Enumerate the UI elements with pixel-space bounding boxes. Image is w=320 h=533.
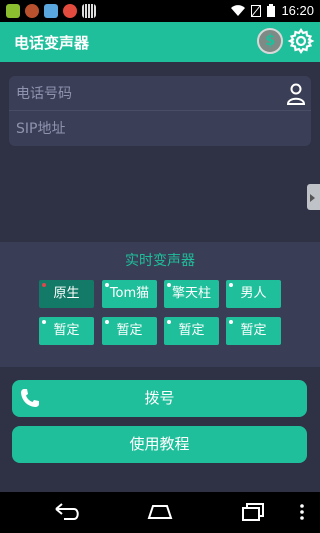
battery-icon	[267, 4, 276, 17]
recents-icon[interactable]	[238, 501, 268, 523]
dial-button[interactable]: 拨号	[12, 380, 307, 417]
menu-icon[interactable]	[298, 501, 306, 523]
voice-placeholder-button[interactable]: 暂定	[226, 317, 281, 345]
voice-button-label: Tom猫	[109, 286, 150, 301]
voice-optimus-button[interactable]: 擎天柱	[164, 280, 219, 308]
no-sim-icon	[251, 4, 262, 17]
android-debug-icon	[6, 4, 20, 18]
contact-icon[interactable]	[286, 83, 306, 105]
barcode-icon	[82, 4, 96, 18]
back-icon[interactable]	[52, 501, 82, 523]
voice-placeholder-button[interactable]: 暂定	[164, 317, 219, 345]
app-title: 电话变声器	[14, 34, 90, 52]
system-status: 16:20	[231, 3, 314, 18]
voice-button-label: 擎天柱	[171, 286, 211, 301]
option-indicator	[229, 320, 233, 324]
app-bar: 电话变声器	[0, 22, 320, 62]
gear-icon[interactable]	[287, 27, 315, 55]
sip-input[interactable]	[16, 118, 276, 140]
option-indicator	[42, 320, 46, 324]
voice-button-label: 原生	[53, 286, 80, 301]
option-indicator	[105, 283, 109, 287]
input-card	[9, 76, 311, 146]
notification-icons	[6, 4, 96, 18]
voice-button-label: 暂定	[240, 323, 267, 338]
side-drawer-handle[interactable]	[307, 184, 320, 210]
weather-icon	[44, 4, 58, 18]
status-time: 16:20	[281, 3, 314, 18]
voice-button-label: 男人	[240, 286, 267, 301]
voice-original-button[interactable]: 原生	[39, 280, 94, 308]
voice-tomcat-button[interactable]: Tom猫	[102, 280, 157, 308]
phone-field	[9, 76, 311, 111]
sip-field	[9, 111, 311, 146]
selected-indicator	[42, 283, 46, 287]
voice-placeholder-button[interactable]: 暂定	[102, 317, 157, 345]
coin-icon[interactable]	[257, 28, 283, 54]
option-indicator	[105, 320, 109, 324]
navigation-bar	[0, 492, 320, 533]
tutorial-button[interactable]: 使用教程	[12, 426, 307, 463]
main-content: 实时变声器 原生 Tom猫 擎天柱 男人 暂定 暂定 暂定	[0, 62, 320, 492]
tutorial-label: 使用教程	[129, 435, 190, 453]
voice-button-label: 暂定	[116, 323, 143, 338]
home-icon[interactable]	[145, 501, 175, 523]
option-indicator	[167, 320, 171, 324]
dial-label: 拨号	[144, 389, 175, 407]
option-indicator	[229, 283, 233, 287]
status-bar: 16:20	[0, 0, 320, 22]
voice-button-label: 暂定	[53, 323, 80, 338]
app-notification-icon	[25, 4, 39, 18]
option-indicator	[167, 283, 171, 287]
wifi-icon	[231, 4, 246, 16]
voice-button-label: 暂定	[178, 323, 205, 338]
voice-changer-title: 实时变声器	[125, 253, 195, 269]
voice-man-button[interactable]: 男人	[226, 280, 281, 308]
voice-placeholder-button[interactable]: 暂定	[39, 317, 94, 345]
browser-notification-icon	[63, 4, 77, 18]
phone-icon	[21, 389, 39, 407]
voice-changer-panel: 实时变声器 原生 Tom猫 擎天柱 男人 暂定 暂定 暂定 暂定	[0, 242, 320, 367]
phone-input[interactable]	[16, 83, 276, 105]
